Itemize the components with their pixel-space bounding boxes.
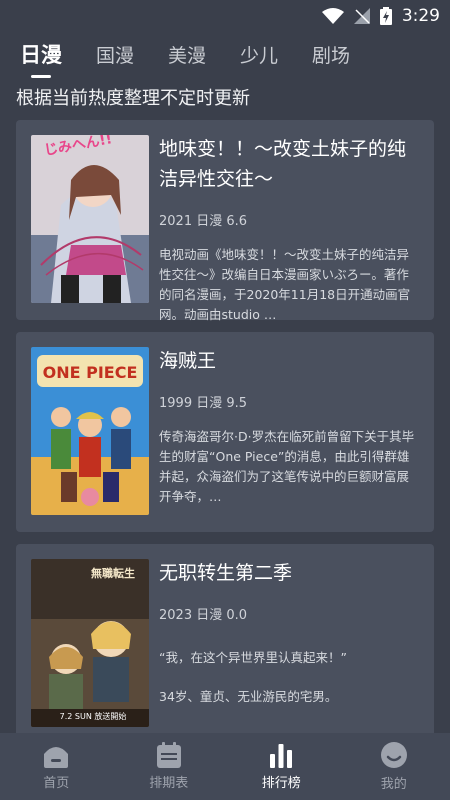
nav-schedule[interactable]: 排期表 bbox=[124, 742, 214, 791]
anime-description: 传奇海盗哥尔·D·罗杰在临死前曾留下关于其毕生的财富“One Piece”的消息… bbox=[159, 429, 415, 504]
tab-chinese-anime[interactable]: 国漫 bbox=[96, 41, 134, 68]
anime-description: 电视动画《地味变！！～改变土妹子的纯洁异性交往～》改编自日本漫画家いぶろー。著作… bbox=[159, 247, 411, 322]
anime-meta: 2023 日漫 0.0 bbox=[159, 608, 248, 623]
nav-home[interactable]: 首页 bbox=[11, 742, 101, 791]
profile-icon bbox=[380, 742, 407, 768]
anime-poster: ONE PIECE bbox=[31, 347, 149, 515]
nav-ranking[interactable]: 排行榜 bbox=[236, 742, 326, 791]
wifi-icon bbox=[321, 8, 344, 24]
tab-american-anime[interactable]: 美漫 bbox=[168, 41, 206, 68]
nav-label: 排行榜 bbox=[261, 776, 301, 791]
anime-title: 地味变！！～改变土妹子的纯洁异性交往～ bbox=[159, 138, 407, 190]
anime-card[interactable]: 無職転生 7.2 SUN 放送開始 无职转生第二季 2023 日漫 0.0 “我… bbox=[16, 544, 434, 744]
bar-chart-icon bbox=[270, 744, 293, 768]
anime-poster: 無職転生 7.2 SUN 放送開始 bbox=[31, 559, 149, 727]
anime-poster: じみへん!! bbox=[31, 135, 149, 303]
poster-logo-text: ONE PIECE bbox=[43, 363, 138, 382]
anime-description: 34岁、童贞、无业游民的宅男。 bbox=[159, 689, 338, 704]
battery-icon bbox=[379, 7, 392, 25]
anime-card[interactable]: ONE PIECE 海贼王 1999 日漫 9.5 传奇海盗哥尔·D·罗杰在临死… bbox=[16, 332, 434, 532]
calendar-icon bbox=[156, 742, 181, 768]
nav-profile[interactable]: 我的 bbox=[349, 741, 439, 792]
nav-label: 排期表 bbox=[149, 776, 189, 791]
home-icon bbox=[44, 747, 69, 768]
poster-logo-text: 無職転生 bbox=[91, 566, 135, 580]
status-bar: 3:29 bbox=[0, 0, 450, 32]
tab-japanese-anime[interactable]: 日漫 bbox=[20, 39, 62, 69]
nav-label: 首页 bbox=[43, 776, 70, 791]
nav-label: 我的 bbox=[380, 777, 407, 792]
page-subtitle: 根据当前热度整理不定时更新 bbox=[16, 88, 250, 109]
anime-card[interactable]: じみへん!! 地味变！！～改变土妹子的纯洁异性交往～ 2021 日漫 6.6 电… bbox=[16, 120, 434, 322]
poster-date-text: 7.2 SUN 放送開始 bbox=[60, 711, 127, 721]
anime-meta: 1999 日漫 9.5 bbox=[159, 396, 248, 411]
bottom-navigation: 首页 排期表 排行榜 我的 bbox=[0, 733, 450, 800]
anime-list: じみへん!! 地味变！！～改变土妹子的纯洁异性交往～ 2021 日漫 6.6 电… bbox=[16, 120, 434, 756]
status-time: 3:29 bbox=[401, 6, 440, 26]
tab-theater[interactable]: 剧场 bbox=[312, 41, 350, 68]
anime-title: 无职转生第二季 bbox=[159, 562, 293, 584]
anime-meta: 2021 日漫 6.6 bbox=[159, 214, 248, 229]
anime-title: 海贼王 bbox=[159, 350, 217, 372]
category-tabs: 日漫 国漫 美漫 少儿 剧场 bbox=[0, 34, 450, 74]
anime-quote: “我，在这个异世界里认真起来！” bbox=[159, 650, 347, 665]
tab-kids[interactable]: 少儿 bbox=[240, 41, 278, 68]
signal-icon bbox=[353, 8, 370, 24]
